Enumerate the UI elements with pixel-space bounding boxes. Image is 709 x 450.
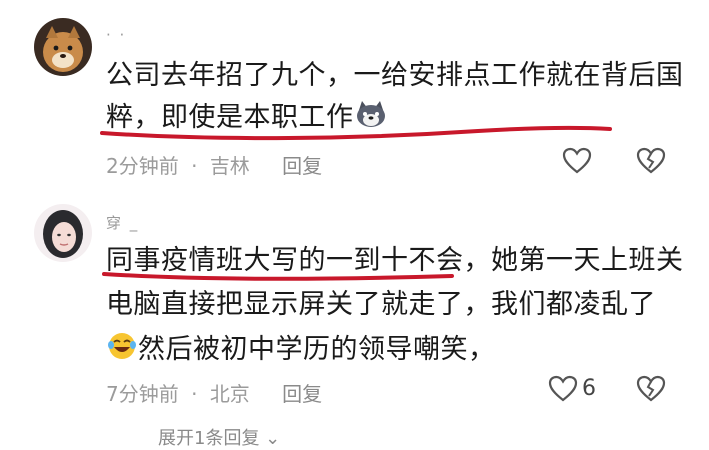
underline-mark [102,272,454,281]
timestamp: 2分钟前 [106,154,179,178]
dislike-icon[interactable] [636,147,666,179]
like-icon[interactable] [562,147,592,179]
username[interactable]: 穿 _ [106,212,139,233]
comment-text-line: 然后被初中学历的领导嘲笑， [106,331,496,370]
comment-text-line: 公司去年招了九个，一给安排点工作就在背后国 [106,60,684,91]
username[interactable]: · · [106,26,126,44]
like-icon[interactable] [548,375,578,407]
location: 北京 [209,382,250,406]
user-avatar[interactable] [34,204,92,262]
underline-mark [100,125,612,141]
reply-button[interactable]: 回复 [282,378,322,407]
location: 吉林 [209,154,250,178]
reply-button[interactable]: 回复 [282,150,322,179]
laughing-tears-emoji-icon [106,331,138,370]
meta-dot: · [191,382,198,406]
like-count: 6 [582,376,596,401]
comment-meta: 2分钟前 · 吉林 回复 [106,150,322,179]
timestamp: 7分钟前 [106,382,179,406]
dislike-icon[interactable] [636,375,666,407]
expand-replies-button[interactable]: 展开1条回复 ⌄ [158,424,280,450]
comment-meta: 7分钟前 · 北京 回复 [106,378,322,407]
comment-text-segment: 然后被初中学历的领导嘲笑， [138,334,496,365]
comment-text-line: 电脑直接把显示屏关了就走了，我们都凌乱了 [106,289,656,320]
meta-dot: · [191,154,198,178]
user-avatar[interactable] [34,18,92,76]
